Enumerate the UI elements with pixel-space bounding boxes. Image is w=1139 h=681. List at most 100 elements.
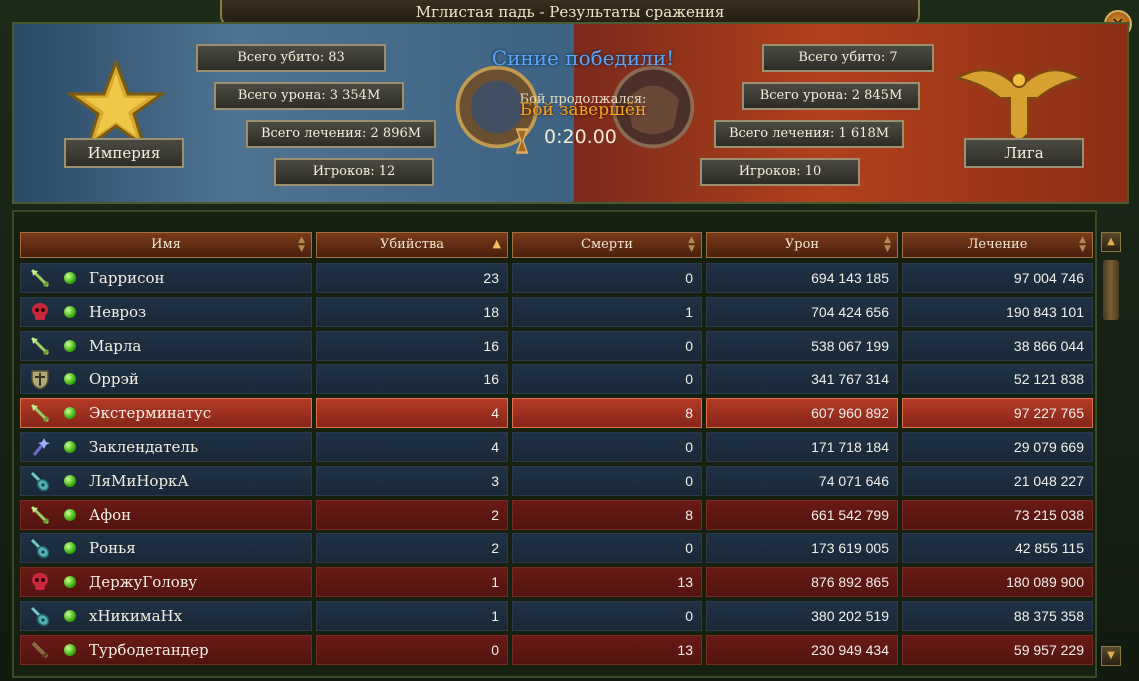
player-name-cell: хНикимаНх xyxy=(20,601,312,631)
deaths-cell: 13 xyxy=(512,634,702,665)
table-row[interactable]: Турбодетандер 0 13 230 949 434 59 957 229 xyxy=(20,634,1093,666)
column-header-healing[interactable]: Лечение ▲ ▼ xyxy=(902,232,1093,258)
kills-cell: 4 xyxy=(316,432,508,462)
magic-staff-icon xyxy=(29,436,51,458)
scrollbar[interactable]: ▲ ▼ xyxy=(1101,232,1121,676)
healing-cell: 97 004 746 xyxy=(902,263,1093,293)
table-row[interactable]: Марла 16 0 538 067 199 38 866 044 xyxy=(20,330,1093,362)
online-status-icon xyxy=(64,474,76,487)
deaths-cell: 0 xyxy=(512,364,702,395)
player-name: Гаррисон xyxy=(89,269,165,287)
empire-total-kills: Всего убито: 83 xyxy=(196,44,386,72)
kills-cell: 2 xyxy=(316,499,508,530)
empire-total-damage: Всего урона: 3 354M xyxy=(214,82,404,110)
player-name-cell: Турбодетандер xyxy=(20,634,312,665)
kills-cell: 4 xyxy=(316,398,508,429)
player-name-cell: ДержуГолову xyxy=(20,567,312,598)
online-status-icon xyxy=(64,508,76,521)
league-total-kills: Всего убито: 7 xyxy=(762,44,934,72)
column-header-label: Смерти xyxy=(581,237,633,252)
healing-cell: 21 048 227 xyxy=(902,465,1093,496)
lute-icon xyxy=(29,537,51,559)
online-status-icon xyxy=(64,610,76,622)
battle-timer: 0:20.00 xyxy=(544,126,617,148)
kills-cell: 3 xyxy=(316,465,508,496)
player-name-cell: Марла xyxy=(20,330,312,361)
damage-cell: 380 202 519 xyxy=(706,601,898,631)
player-name: ЛяМиНоркА xyxy=(89,471,189,490)
column-header-deaths[interactable]: Смерти ▲ ▼ xyxy=(512,232,702,258)
deaths-cell: 8 xyxy=(512,398,702,429)
player-name-cell: Невроз xyxy=(20,296,312,327)
scroll-thumb[interactable] xyxy=(1103,260,1119,320)
column-header-label: Лечение xyxy=(967,237,1028,252)
online-status-icon xyxy=(64,542,76,555)
healing-cell: 42 855 115 xyxy=(902,533,1093,564)
table-row[interactable]: Экстерминатус 4 8 607 960 892 97 227 765 xyxy=(20,397,1093,429)
victory-text: Синие победили! xyxy=(491,46,675,70)
lute-icon xyxy=(29,605,51,627)
table-row[interactable]: Ронья 2 0 173 619 005 42 855 115 xyxy=(20,532,1093,564)
healing-cell: 73 215 038 xyxy=(902,499,1093,530)
deaths-cell: 13 xyxy=(512,567,702,598)
results-banner: Империя Всего убито: 83 Всего урона: 3 3… xyxy=(12,22,1129,204)
table-row[interactable]: Заклендатель 4 0 171 718 184 29 079 669 xyxy=(20,431,1093,463)
table-row[interactable]: ДержуГолову 1 13 876 892 865 180 089 900 xyxy=(20,566,1093,598)
sort-icon: ▲ ▼ xyxy=(688,235,695,254)
table-row[interactable]: Оррэй 16 0 341 767 314 52 121 838 xyxy=(20,363,1093,395)
table-row[interactable]: Афон 2 8 661 542 799 73 215 038 xyxy=(20,499,1093,531)
online-status-icon xyxy=(64,339,76,352)
scroll-up-button[interactable]: ▲ xyxy=(1101,232,1121,252)
league-total-healing: Всего лечения: 1 618M xyxy=(714,120,904,148)
kills-cell: 2 xyxy=(316,533,508,564)
player-name-cell: Экстерминатус xyxy=(20,398,312,429)
column-header-kills[interactable]: Убийства ▲ xyxy=(316,232,508,258)
online-status-icon xyxy=(64,407,76,420)
player-name-cell: ЛяМиНоркА xyxy=(20,465,312,496)
healing-cell: 88 375 358 xyxy=(902,601,1093,631)
player-name-cell: Оррэй xyxy=(20,364,312,395)
deaths-cell: 0 xyxy=(512,465,702,496)
league-eagle-icon xyxy=(955,69,1083,144)
damage-cell: 694 143 185 xyxy=(706,263,898,293)
scroll-down-button[interactable]: ▼ xyxy=(1101,646,1121,666)
player-name-cell: Ронья xyxy=(20,533,312,564)
column-header-name[interactable]: Имя ▲ ▼ xyxy=(20,232,312,258)
healing-cell: 59 957 229 xyxy=(902,634,1093,665)
kills-cell: 23 xyxy=(316,263,508,293)
healing-cell: 180 089 900 xyxy=(902,567,1093,598)
online-status-icon xyxy=(64,643,76,656)
kills-cell: 18 xyxy=(316,296,508,327)
damage-cell: 538 067 199 xyxy=(706,330,898,361)
table-row[interactable]: Невроз 18 1 704 424 656 190 843 101 xyxy=(20,296,1093,328)
deaths-cell: 0 xyxy=(512,533,702,564)
table-row[interactable]: ЛяМиНоркА 3 0 74 071 646 21 048 227 xyxy=(20,465,1093,497)
deaths-cell: 1 xyxy=(512,296,702,327)
player-name-cell: Заклендатель xyxy=(20,432,312,462)
skull-icon xyxy=(29,301,51,323)
empire-total-healing: Всего лечения: 2 896M xyxy=(246,120,436,148)
table-row[interactable]: хНикимаНх 1 0 380 202 519 88 375 358 xyxy=(20,600,1093,632)
empire-star-icon xyxy=(66,60,166,150)
sort-icon: ▲ ▼ xyxy=(1079,235,1086,254)
damage-cell: 230 949 434 xyxy=(706,634,898,665)
damage-cell: 173 619 005 xyxy=(706,533,898,564)
damage-cell: 661 542 799 xyxy=(706,499,898,530)
damage-cell: 341 767 314 xyxy=(706,364,898,395)
player-name-cell: Гаррисон xyxy=(20,263,312,293)
window-title: Мглистая падь - Результаты сражения xyxy=(415,3,725,21)
damage-cell: 704 424 656 xyxy=(706,296,898,327)
deaths-cell: 0 xyxy=(512,263,702,293)
kills-cell: 16 xyxy=(316,364,508,395)
lute-icon xyxy=(29,470,51,492)
battle-status: Бой завершён xyxy=(519,100,647,120)
column-header-damage[interactable]: Урон ▲ ▼ xyxy=(706,232,898,258)
healing-cell: 29 079 669 xyxy=(902,432,1093,462)
sword-arrow-icon xyxy=(29,335,51,357)
kills-cell: 1 xyxy=(316,567,508,598)
skull-icon xyxy=(29,571,51,593)
table-row[interactable]: Гаррисон 23 0 694 143 185 97 004 746 xyxy=(20,262,1093,294)
empire-player-count: Игроков: 12 xyxy=(274,158,434,186)
sort-icon: ▲ ▼ xyxy=(884,235,891,254)
online-status-icon xyxy=(64,272,76,284)
